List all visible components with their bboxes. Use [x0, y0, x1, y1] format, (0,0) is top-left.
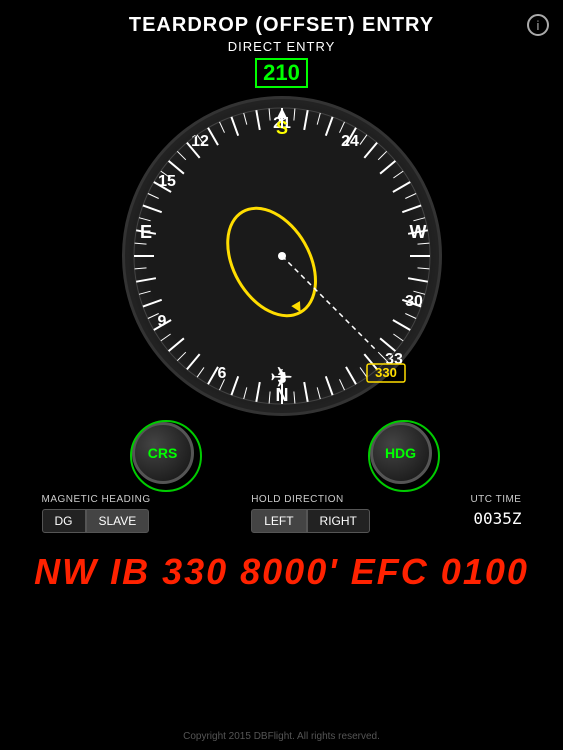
info-icon-button[interactable]: i: [527, 14, 549, 36]
page-title: TEARDROP (OFFSET) ENTRY: [0, 14, 563, 37]
slave-button[interactable]: SLAVE: [86, 509, 150, 533]
hold-direction-col: HOLD DIRECTION LEFT RIGHT: [251, 494, 370, 533]
left-button[interactable]: LEFT: [251, 509, 306, 533]
airplane-icon: ✈: [270, 361, 293, 394]
heading-display: 210: [0, 58, 563, 88]
magnetic-heading-buttons: DG SLAVE: [42, 509, 150, 533]
hold-direction-label: HOLD DIRECTION: [251, 494, 344, 505]
utc-value: 0035Z: [473, 509, 521, 528]
svg-text:330: 330: [375, 365, 397, 380]
hdg-knob-ring: [368, 420, 440, 492]
heading-value: 210: [255, 58, 308, 88]
hdg-knob[interactable]: HDG: [370, 422, 432, 484]
compass: 21 24 W 30 33 N 3 6 9 E 15 12 S: [122, 96, 442, 416]
utc-label: UTC TIME: [470, 494, 521, 505]
clearance-text: NW IB 330 8000' EFC 0100: [0, 551, 563, 593]
hold-direction-buttons: LEFT RIGHT: [251, 509, 370, 533]
dg-button[interactable]: DG: [42, 509, 86, 533]
svg-text:24: 24: [341, 133, 359, 150]
crs-knob[interactable]: CRS: [132, 422, 194, 484]
right-button[interactable]: RIGHT: [307, 509, 370, 533]
utc-col: UTC TIME 0035Z: [470, 494, 521, 528]
header: TEARDROP (OFFSET) ENTRY DIRECT ENTRY: [0, 0, 563, 54]
crs-knob-ring: [130, 420, 202, 492]
page-subtitle: DIRECT ENTRY: [0, 39, 563, 54]
svg-text:12: 12: [191, 133, 209, 150]
copyright: Copyright 2015 DBFlight. All rights rese…: [0, 731, 563, 742]
magnetic-heading-label: MAGNETIC HEADING: [42, 494, 151, 505]
info-section: MAGNETIC HEADING DG SLAVE HOLD DIRECTION…: [32, 494, 532, 533]
magnetic-heading-col: MAGNETIC HEADING DG SLAVE: [42, 494, 151, 533]
svg-text:6: 6: [217, 365, 226, 382]
knobs-row: CRS HDG: [122, 422, 442, 484]
